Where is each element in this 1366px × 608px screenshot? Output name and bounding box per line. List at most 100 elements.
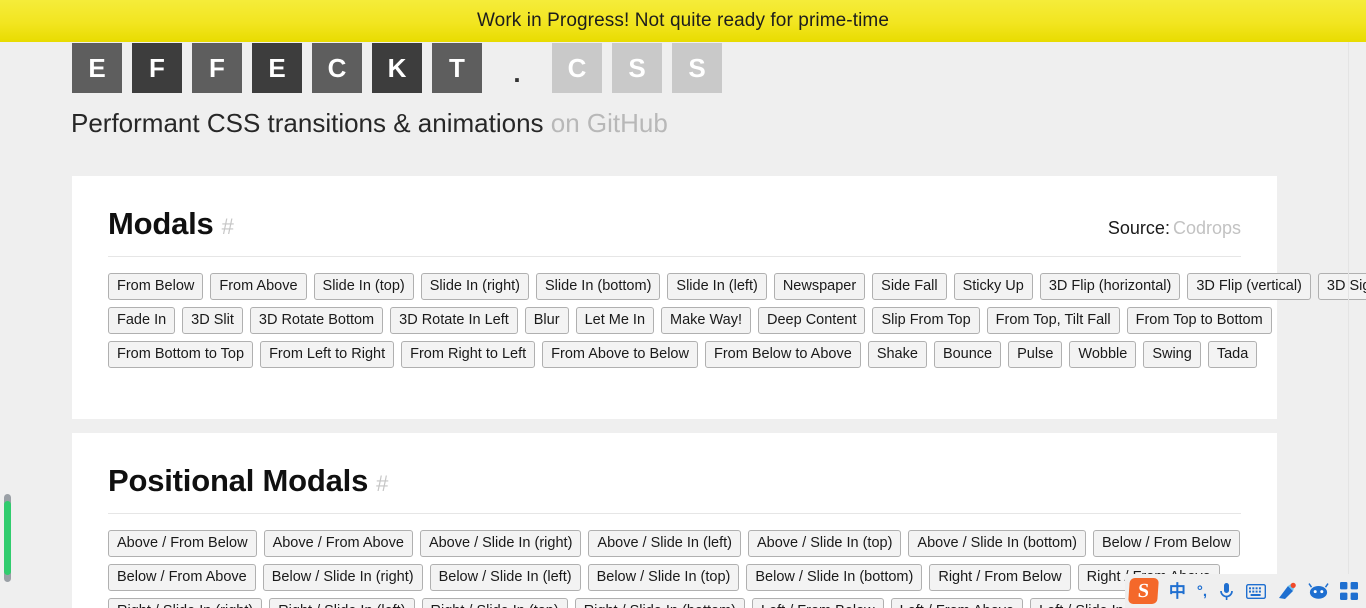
demo-button-above-slide-in-top[interactable]: Above / Slide In (top)	[748, 530, 902, 557]
ime-toolbar: S 中 °,	[1124, 574, 1366, 608]
demo-button-below-slide-in-left[interactable]: Below / Slide In (left)	[429, 564, 581, 591]
demo-button-3d-rotate-bottom[interactable]: 3D Rotate Bottom	[249, 307, 384, 334]
section-title-group: Modals #	[108, 206, 234, 242]
apps-grid-icon[interactable]	[1340, 582, 1358, 600]
source-note: Source: Codrops	[1108, 218, 1241, 239]
demo-button-pulse[interactable]: Pulse	[1008, 341, 1063, 368]
modal-demo-buttons: From Below From Above Slide In (top) Slide …	[108, 257, 1366, 368]
logo-tile-5: K	[372, 43, 422, 93]
demo-button-below-slide-in-top[interactable]: Below / Slide In (top)	[587, 564, 740, 591]
scrollbar-thumb[interactable]	[4, 501, 11, 575]
demo-button-slip-from-top[interactable]: Slip From Top	[872, 307, 980, 334]
demo-button-from-above[interactable]: From Above	[210, 273, 307, 300]
demo-button-3d-sign[interactable]: 3D Sign	[1317, 273, 1366, 300]
demo-button-slide-in-top[interactable]: Slide In (top)	[313, 273, 414, 300]
section-modals: Modals # Source: Codrops From Below From Ab…	[72, 176, 1366, 419]
demo-button-3d-flip-vertical[interactable]: 3D Flip (vertical)	[1187, 273, 1311, 300]
section-header: Modals # Source: Codrops	[108, 206, 1241, 257]
punctuation-mode-icon[interactable]: °,	[1197, 584, 1207, 599]
demo-button-below-from-above[interactable]: Below / From Above	[108, 564, 256, 591]
tagline-text: Performant CSS transitions & animations	[71, 108, 544, 138]
site-logo[interactable]: EFFECKT.CSS	[72, 43, 732, 93]
demo-button-left-from-above[interactable]: Left / From Above	[890, 598, 1024, 608]
viewport-divider	[1348, 42, 1349, 608]
demo-button-from-bottom-to-top[interactable]: From Bottom to Top	[108, 341, 254, 368]
demo-button-3d-flip-horizontal[interactable]: 3D Flip (horizontal)	[1039, 273, 1181, 300]
demo-button-slide-in-bottom[interactable]: Slide In (bottom)	[536, 273, 661, 300]
demo-button-above-slide-in-bottom[interactable]: Above / Slide In (bottom)	[908, 530, 1086, 557]
demo-button-wobble[interactable]: Wobble	[1069, 341, 1137, 368]
demo-button-slide-in-right[interactable]: Slide In (right)	[420, 273, 530, 300]
button-row: Fade In 3D Slit 3D Rotate Bottom 3D Rotate …	[108, 307, 1272, 334]
logo-tile-0: E	[72, 43, 122, 93]
demo-button-above-from-above[interactable]: Above / From Above	[263, 530, 413, 557]
demo-button-below-slide-in-bottom[interactable]: Below / Slide In (bottom)	[746, 564, 923, 591]
chinese-mode-icon[interactable]: 中	[1169, 583, 1186, 600]
demo-button-above-from-below[interactable]: Above / From Below	[108, 530, 257, 557]
demo-button-bounce[interactable]: Bounce	[933, 341, 1002, 368]
demo-button-from-left-to-right[interactable]: From Left to Right	[260, 341, 395, 368]
demo-button-let-me-in[interactable]: Let Me In	[575, 307, 655, 334]
demo-button-from-above-to-below[interactable]: From Above to Below	[542, 341, 698, 368]
button-row: From Bottom to Top From Left to Right From…	[108, 341, 1258, 368]
logo-tile-1: F	[132, 43, 182, 93]
section-positional-modals: Positional Modals # Above / From Below Abo…	[72, 433, 1318, 608]
demo-button-make-way[interactable]: Make Way!	[661, 307, 751, 334]
emoji-icon[interactable]	[1308, 582, 1329, 600]
demo-button-3d-slit[interactable]: 3D Slit	[182, 307, 243, 334]
demo-button-tada[interactable]: Tada	[1207, 341, 1258, 368]
demo-button-from-below[interactable]: From Below	[108, 273, 204, 300]
demo-button-swing[interactable]: Swing	[1143, 341, 1201, 368]
logo-tile-3: E	[252, 43, 302, 93]
site-tagline: Performant CSS transitions & animations …	[71, 108, 668, 139]
button-row: From Below From Above Slide In (top) Slide …	[108, 273, 1366, 300]
demo-button-deep-content[interactable]: Deep Content	[758, 307, 866, 334]
positional-modal-demo-buttons: Above / From Below Above / From Above Abov…	[108, 514, 1318, 608]
logo-tile-6: T	[432, 43, 482, 93]
demo-button-fade-in[interactable]: Fade In	[108, 307, 176, 334]
button-row: Below / From Above Below / Slide In (righ…	[108, 564, 1241, 591]
logo-suffix-tile-2: S	[672, 43, 722, 93]
anchor-link-icon[interactable]: #	[376, 471, 388, 496]
demo-button-from-top-to-bottom[interactable]: From Top to Bottom	[1126, 307, 1272, 334]
demo-button-right-slide-in-top[interactable]: Right / Slide In (top)	[421, 598, 568, 608]
logo-tile-2: F	[192, 43, 242, 93]
source-label: Source:	[1107, 218, 1170, 238]
source-link[interactable]: Codrops	[1173, 218, 1241, 238]
demo-button-newspaper[interactable]: Newspaper	[773, 273, 866, 300]
section-header: Positional Modals #	[108, 463, 1241, 514]
demo-button-right-slide-in-right[interactable]: Right / Slide In (right)	[108, 598, 263, 608]
microphone-icon[interactable]	[1218, 582, 1235, 601]
demo-button-from-below-to-above[interactable]: From Below to Above	[704, 341, 861, 368]
demo-button-slide-in-left[interactable]: Slide In (left)	[667, 273, 767, 300]
page-title: Modals	[108, 206, 214, 241]
button-row: Above / From Below Above / From Above Abov…	[108, 530, 1241, 557]
demo-button-below-from-below[interactable]: Below / From Below	[1093, 530, 1240, 557]
page-content: EFFECKT.CSS Performant CSS transitions &…	[0, 42, 1366, 608]
sogou-logo-icon[interactable]: S	[1127, 578, 1159, 604]
demo-button-side-fall[interactable]: Side Fall	[872, 273, 947, 300]
demo-button-left-from-below[interactable]: Left / From Below	[752, 598, 884, 608]
demo-button-right-from-below[interactable]: Right / From Below	[929, 564, 1071, 591]
skin-icon[interactable]	[1277, 582, 1297, 601]
page-title: Positional Modals	[108, 463, 369, 498]
keyboard-icon[interactable]	[1246, 583, 1266, 599]
demo-button-right-slide-in-bottom[interactable]: Right / Slide In (bottom)	[574, 598, 746, 608]
section-title-group: Positional Modals #	[108, 463, 388, 499]
demo-button-blur[interactable]: Blur	[524, 307, 569, 334]
demo-button-below-slide-in-right[interactable]: Below / Slide In (right)	[262, 564, 423, 591]
demo-button-from-top-tilt-fall[interactable]: From Top, Tilt Fall	[986, 307, 1120, 334]
demo-button-from-right-to-left[interactable]: From Right to Left	[401, 341, 536, 368]
logo-tile-4: C	[312, 43, 362, 93]
banner-text: Work in Progress! Not quite ready for pr…	[476, 10, 890, 31]
button-row: Right / Slide In (right) Right / Slide In…	[108, 598, 1318, 608]
demo-button-shake[interactable]: Shake	[867, 341, 927, 368]
demo-button-3d-rotate-in-left[interactable]: 3D Rotate In Left	[390, 307, 518, 334]
github-link[interactable]: on GitHub	[551, 108, 668, 138]
logo-dot: .	[513, 58, 521, 88]
demo-button-above-slide-in-left[interactable]: Above / Slide In (left)	[588, 530, 741, 557]
demo-button-above-slide-in-right[interactable]: Above / Slide In (right)	[419, 530, 582, 557]
demo-button-right-slide-in-left[interactable]: Right / Slide In (left)	[269, 598, 415, 608]
anchor-link-icon[interactable]: #	[222, 214, 234, 239]
demo-button-sticky-up[interactable]: Sticky Up	[953, 273, 1033, 300]
